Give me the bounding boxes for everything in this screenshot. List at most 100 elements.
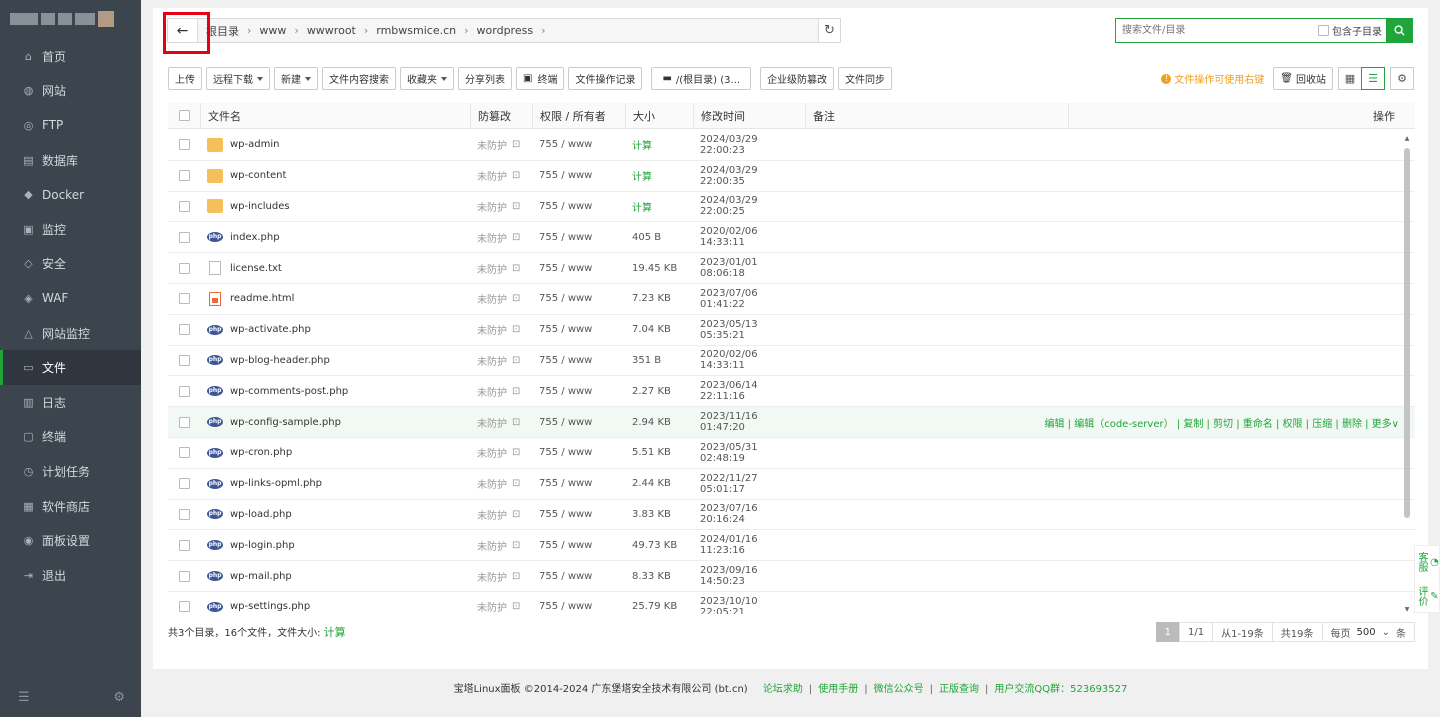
footer-link[interactable]: 论坛求助	[763, 684, 803, 695]
row-actions[interactable]: 编辑 | 编辑（code-server） | 复制 | 剪切 | 重命名 | 权…	[1044, 415, 1399, 430]
footer-link[interactable]: 使用手册	[818, 684, 858, 695]
table-row[interactable]: php wp-blog-header.php 未防护 ⊡ 755 / www 351 B 2…	[168, 346, 1415, 377]
search-button[interactable]	[1386, 18, 1413, 43]
scrollbar[interactable]: ▲ ▼	[1404, 135, 1410, 613]
row-checkbox[interactable]	[178, 416, 190, 428]
sidebar-item-0[interactable]: ⌂ 首页	[0, 39, 141, 74]
sidebar-item-10[interactable]: ▥ 日志	[0, 385, 141, 420]
file-size[interactable]: 计算	[632, 203, 652, 214]
sidebar-item-3[interactable]: ▤ 数据库	[0, 143, 141, 178]
sidebar-item-5[interactable]: ▣ 监控	[0, 212, 141, 247]
footer-link[interactable]: 正版查询	[939, 684, 979, 695]
upload-button[interactable]: 上传	[168, 67, 202, 90]
file-name[interactable]: wp-activate.php	[230, 324, 311, 335]
lock-icon[interactable]: ⊡	[512, 293, 520, 304]
page-current[interactable]: 1	[1155, 622, 1180, 642]
sync-button[interactable]: 文件同步	[838, 67, 893, 90]
permission[interactable]: 755 / www	[539, 447, 592, 458]
scroll-up-icon[interactable]: ▲	[1404, 135, 1410, 142]
file-name[interactable]: wp-cron.php	[230, 447, 292, 458]
content-search-button[interactable]: 文件内容搜索	[322, 67, 396, 90]
table-row[interactable]: php wp-activate.php 未防护 ⊡ 755 / www 7.04 KB 20…	[168, 315, 1415, 346]
permission[interactable]: 755 / www	[539, 201, 592, 212]
sidebar-item-13[interactable]: ▦ 软件商店	[0, 489, 141, 524]
summary-calc-link[interactable]: 计算	[324, 626, 346, 639]
settings-button[interactable]: ⚙	[1390, 67, 1414, 90]
include-subdir-checkbox[interactable]: 包含子目录	[1318, 23, 1386, 38]
lock-icon[interactable]: ⊡	[512, 601, 520, 612]
search-input[interactable]	[1116, 19, 1318, 42]
select-all-checkbox[interactable]	[178, 110, 190, 121]
breadcrumb-item[interactable]: wwwroot	[307, 24, 356, 37]
lock-icon[interactable]: ⊡	[512, 170, 520, 181]
recycle-bin-button[interactable]: 🗑 回收站	[1273, 67, 1333, 90]
permission[interactable]: 755 / www	[539, 386, 592, 397]
row-checkbox[interactable]	[178, 170, 190, 182]
sidebar-item-11[interactable]: ▢ 终端	[0, 420, 141, 455]
table-row[interactable]: php wp-links-opml.php 未防护 ⊡ 755 / www 2.44 KB…	[168, 469, 1415, 500]
op-log-button[interactable]: 文件操作记录	[568, 67, 643, 90]
row-checkbox[interactable]	[178, 324, 190, 336]
sidebar-item-7[interactable]: ◈ WAF	[0, 281, 141, 316]
share-list-button[interactable]: 分享列表	[458, 67, 512, 90]
row-checkbox[interactable]	[178, 262, 190, 274]
file-name[interactable]: wp-admin	[230, 139, 279, 150]
file-size[interactable]: 计算	[632, 172, 652, 183]
sidebar-item-12[interactable]: ◷ 计划任务	[0, 454, 141, 489]
file-name[interactable]: readme.html	[230, 293, 294, 304]
table-row[interactable]: php wp-config-sample.php 未防护 ⊡ 755 / www 2.94…	[168, 407, 1415, 438]
refresh-button[interactable]: ↻	[818, 19, 840, 42]
lock-icon[interactable]: ⊡	[512, 540, 520, 551]
per-page-select[interactable]: 每页 500 ⌄ 条	[1321, 622, 1415, 642]
lock-icon[interactable]: ⊡	[512, 139, 520, 150]
table-row[interactable]: php wp-login.php 未防护 ⊡ 755 / www 49.73 KB 2024…	[168, 530, 1415, 562]
row-checkbox[interactable]	[178, 508, 190, 520]
row-checkbox[interactable]	[178, 231, 190, 243]
file-name[interactable]: wp-config-sample.php	[230, 417, 341, 428]
lock-icon[interactable]: ⊡	[512, 263, 520, 274]
file-name[interactable]: wp-mail.php	[230, 571, 292, 582]
header-name[interactable]: 文件名	[200, 102, 470, 129]
lock-icon[interactable]: ⊡	[512, 386, 520, 397]
lock-icon[interactable]: ⊡	[512, 478, 520, 489]
lock-icon[interactable]: ⊡	[512, 571, 520, 582]
file-size[interactable]: 计算	[632, 141, 652, 152]
permission[interactable]: 755 / www	[539, 509, 592, 520]
favorites-button[interactable]: 收藏夹	[400, 67, 454, 90]
sidebar-item-9[interactable]: ▭ 文件	[0, 350, 141, 385]
table-row[interactable]: license.txt 未防护 ⊡ 755 / www 19.45 KB 2023/01/…	[168, 253, 1415, 284]
permission[interactable]: 755 / www	[539, 170, 592, 181]
table-row[interactable]: php index.php 未防护 ⊡ 755 / www 405 B 2020/02/06…	[168, 222, 1415, 254]
file-name[interactable]: index.php	[230, 232, 280, 243]
sidebar-item-6[interactable]: ◇ 安全	[0, 247, 141, 282]
sidebar-item-4[interactable]: ◆ Docker	[0, 177, 141, 212]
lock-icon[interactable]: ⊡	[512, 355, 520, 366]
file-name[interactable]: wp-settings.php	[230, 601, 310, 612]
file-name[interactable]: wp-includes	[230, 201, 290, 212]
permission[interactable]: 755 / www	[539, 263, 592, 274]
row-checkbox[interactable]	[178, 200, 190, 212]
lock-icon[interactable]: ⊡	[512, 447, 520, 458]
permission[interactable]: 755 / www	[539, 355, 592, 366]
row-checkbox[interactable]	[178, 354, 190, 366]
row-checkbox[interactable]	[178, 139, 190, 151]
table-row[interactable]: php wp-mail.php 未防护 ⊡ 755 / www 8.33 KB 2023/0…	[168, 561, 1415, 592]
lock-icon[interactable]: ⊡	[512, 232, 520, 243]
breadcrumb-item[interactable]: www	[259, 24, 286, 37]
file-name[interactable]: wp-links-opml.php	[230, 478, 322, 489]
scrollbar-thumb[interactable]	[1404, 148, 1410, 518]
lock-icon[interactable]: ⊡	[512, 417, 520, 428]
remote-download-button[interactable]: 远程下载	[206, 67, 270, 90]
customer-service-button[interactable]: ◔ 客服	[1414, 552, 1440, 572]
new-button[interactable]: 新建	[274, 67, 318, 90]
footer-link[interactable]: 用户交流QQ群：523693527	[994, 684, 1127, 695]
sidebar-item-14[interactable]: ◉ 面板设置	[0, 523, 141, 558]
file-name[interactable]: license.txt	[230, 263, 282, 274]
collapse-menu-icon[interactable]: ☰	[18, 690, 30, 705]
permission[interactable]: 755 / www	[539, 571, 592, 582]
permission[interactable]: 755 / www	[539, 293, 592, 304]
terminal-button[interactable]: ▣ 终端	[516, 67, 565, 90]
review-button[interactable]: ✎ 评价	[1414, 586, 1440, 606]
breadcrumb-item[interactable]: 根目录	[206, 23, 239, 39]
sidebar-item-1[interactable]: ◍ 网站	[0, 74, 141, 109]
